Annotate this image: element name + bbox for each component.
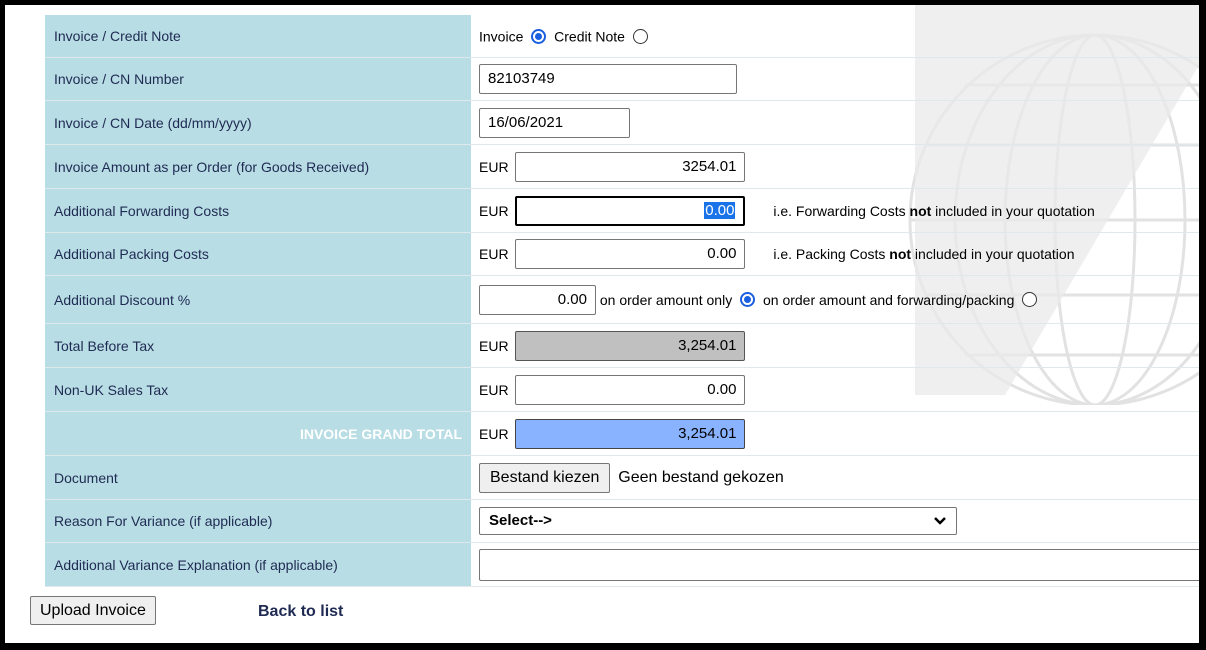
sales-tax-label: Non-UK Sales Tax [45, 367, 471, 412]
doc-type-label: Invoice / Credit Note [45, 15, 471, 58]
variance-reason-select[interactable]: Select--> [479, 507, 957, 535]
file-status: Geen bestand gekozen [618, 468, 784, 486]
packing-hint: i.e. Packing Costs not included in your … [773, 246, 1075, 262]
amount-currency: EUR [479, 158, 509, 175]
total-before-tax-label: Total Before Tax [45, 323, 471, 368]
variance-reason-label: Reason For Variance (if applicable) [45, 499, 471, 543]
total-before-tax-field: 3,254.01 [515, 330, 746, 361]
variance-explanation-input[interactable] [479, 548, 1199, 581]
discount-input[interactable]: 0.00 [479, 284, 596, 315]
credit-note-radio[interactable] [632, 29, 648, 45]
row-doc-type: Invoice / Credit Note Invoice Credit Not… [45, 15, 1199, 58]
discount-order-and-forwarding-radio[interactable] [1022, 292, 1038, 307]
sales-tax-input[interactable]: 0.00 [515, 374, 746, 405]
total-before-tax-currency: EUR [479, 337, 509, 354]
row-variance-explanation: Additional Variance Explanation (if appl… [45, 542, 1199, 587]
row-sales-tax: Non-UK Sales Tax EUR 0.00 [45, 367, 1199, 412]
amount-label: Invoice Amount as per Order (for Goods R… [45, 144, 471, 189]
forwarding-costs-value: 0.00 [704, 201, 736, 219]
invoice-amount-input[interactable]: 3254.01 [515, 151, 746, 182]
sales-tax-currency: EUR [479, 381, 509, 398]
upload-invoice-button[interactable]: Upload Invoice [30, 596, 156, 625]
date-label: Invoice / CN Date (dd/mm/yyyy) [45, 100, 471, 145]
invoice-date-input[interactable]: 16/06/2021 [479, 107, 630, 138]
packing-currency: EUR [479, 246, 509, 262]
forwarding-label: Additional Forwarding Costs [45, 188, 471, 233]
forwarding-costs-input[interactable]: 0.00 [515, 195, 746, 226]
back-to-list-link[interactable]: Back to list [258, 603, 343, 621]
grand-total-field: 3,254.01 [515, 418, 746, 449]
invoice-form-table: Invoice / Credit Note Invoice Credit Not… [45, 15, 1199, 587]
chevron-down-icon [933, 508, 947, 542]
grand-total-label: INVOICE GRAND TOTAL [45, 411, 471, 456]
row-packing: Additional Packing Costs EUR 0.00 i.e. P… [45, 232, 1199, 276]
row-variance-reason: Reason For Variance (if applicable) Sele… [45, 499, 1199, 543]
invoice-number-input[interactable]: 82103749 [479, 64, 737, 94]
row-forwarding: Additional Forwarding Costs EUR 0.00 i.e… [45, 188, 1199, 233]
grand-total-currency: EUR [479, 425, 509, 442]
discount-option1-label: on order amount only [599, 291, 733, 308]
row-grand-total: INVOICE GRAND TOTAL EUR 3,254.01 [45, 411, 1199, 456]
invoice-radio[interactable] [531, 29, 547, 45]
variance-explanation-label: Additional Variance Explanation (if appl… [45, 542, 471, 587]
row-total-before-tax: Total Before Tax EUR 3,254.01 [45, 323, 1199, 368]
packing-label: Additional Packing Costs [45, 232, 471, 276]
discount-order-only-radio[interactable] [740, 292, 756, 307]
invoice-form-window: Invoice / Credit Note Invoice Credit Not… [5, 5, 1199, 643]
forwarding-hint: i.e. Forwarding Costs not included in yo… [773, 202, 1095, 219]
discount-option2-label: on order amount and forwarding/packing [762, 291, 1015, 308]
row-number: Invoice / CN Number 82103749 [45, 57, 1199, 101]
choose-file-button[interactable]: Bestand kiezen [479, 462, 611, 493]
invoice-radio-label: Invoice [479, 28, 524, 45]
row-amount: Invoice Amount as per Order (for Goods R… [45, 144, 1199, 189]
credit-note-radio-label: Credit Note [554, 28, 625, 45]
row-document: Document Bestand kiezen Geen bestand gek… [45, 455, 1199, 500]
row-discount: Additional Discount % 0.00 on order amou… [45, 275, 1199, 324]
packing-costs-input[interactable]: 0.00 [515, 239, 746, 269]
discount-label: Additional Discount % [45, 275, 471, 324]
number-label: Invoice / CN Number [45, 57, 471, 101]
row-date: Invoice / CN Date (dd/mm/yyyy) 16/06/202… [45, 100, 1199, 145]
forwarding-currency: EUR [479, 202, 509, 219]
document-label: Document [45, 455, 471, 500]
variance-reason-value: Select--> [489, 512, 552, 529]
